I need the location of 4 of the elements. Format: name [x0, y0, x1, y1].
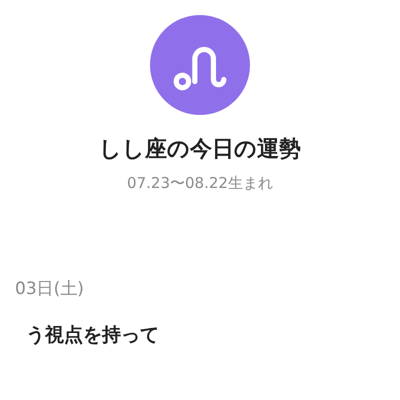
page-title: しし座の今日の運勢: [99, 136, 301, 164]
fortune-headline: う視点を持って: [25, 323, 160, 348]
birth-period: 07.23〜08.22生まれ: [127, 173, 273, 193]
fortune-date: 03日(土): [14, 278, 85, 301]
